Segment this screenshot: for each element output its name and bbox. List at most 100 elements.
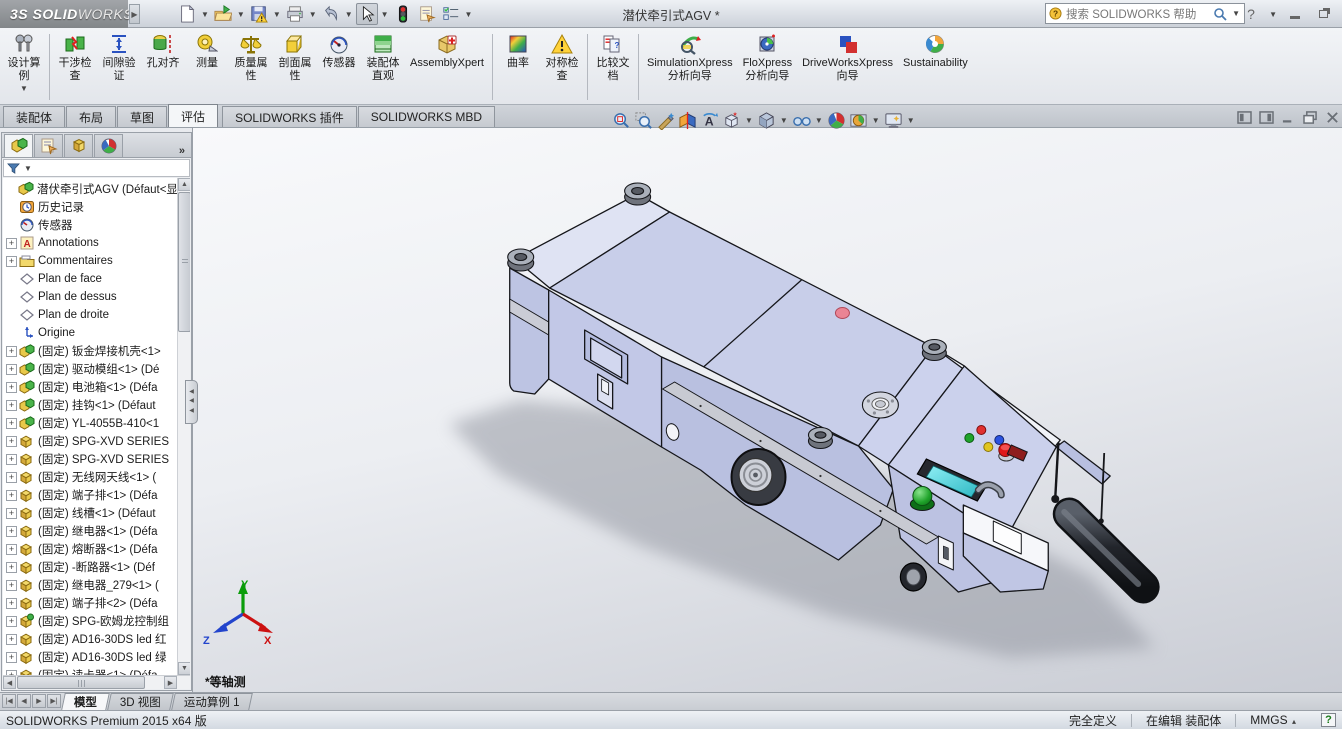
tab-prev-button[interactable]: ◀ xyxy=(17,694,31,708)
property-tab[interactable] xyxy=(34,134,63,157)
document-close-button[interactable] xyxy=(1325,111,1340,124)
apply-scene-button[interactable] xyxy=(849,111,868,130)
tree-item[interactable]: +(固定) 端子排<1> (Défa xyxy=(3,486,177,504)
tree-item[interactable]: +(固定) AD16-30DS led 红 xyxy=(3,630,177,648)
ribbon-sustainability-button[interactable]: Sustainability xyxy=(898,30,973,104)
horizontal-scroll-thumb[interactable] xyxy=(17,676,145,689)
ribbon-driveworksxpress-button[interactable]: DriveWorksXpress向导 xyxy=(797,30,898,104)
tree-item[interactable]: +Commentaires xyxy=(3,252,177,270)
view-orientation-caret[interactable]: ▼ xyxy=(745,116,753,125)
display-style-caret[interactable]: ▼ xyxy=(780,116,788,125)
scroll-right-arrow[interactable]: ▶ xyxy=(164,676,177,689)
view-settings-caret[interactable]: ▼ xyxy=(907,116,915,125)
vertical-scroll-thumb[interactable] xyxy=(178,192,190,332)
ribbon-measure-button[interactable]: 测量 xyxy=(185,30,229,104)
file-properties-button[interactable] xyxy=(416,3,438,25)
configuration-tab[interactable] xyxy=(64,134,93,157)
tree-horizontal-scrollbar[interactable]: ◀ ▶ xyxy=(3,675,190,689)
section-view-button[interactable] xyxy=(678,111,697,130)
new-doc-button[interactable] xyxy=(176,3,198,25)
edit-appearance-button[interactable] xyxy=(827,111,846,130)
expand-toggle[interactable]: + xyxy=(6,490,17,501)
ribbon-section-props-button[interactable]: 剖面属性 xyxy=(273,30,317,104)
undo-button[interactable] xyxy=(320,3,342,25)
ribbon-curvature-button[interactable]: 曲率 xyxy=(496,30,540,104)
tab-next-button[interactable]: ▶ xyxy=(32,694,46,708)
tree-item[interactable]: Origine xyxy=(3,324,177,342)
help-caret[interactable]: ▼ xyxy=(1269,10,1277,19)
restore-button[interactable] xyxy=(1312,6,1334,22)
feature-tree-tab[interactable] xyxy=(4,134,33,157)
tree-item[interactable]: +(固定) 读卡器<1> (Défa xyxy=(3,666,177,675)
expand-toggle[interactable]: + xyxy=(6,580,17,591)
previous-view-button[interactable] xyxy=(656,111,675,130)
tab-布局[interactable]: 布局 xyxy=(66,106,116,127)
print-button[interactable] xyxy=(284,3,306,25)
ribbon-sensor-button[interactable]: 传感器 xyxy=(317,30,361,104)
expand-toggle[interactable]: + xyxy=(6,472,17,483)
tab-SOLIDWORKS 插件[interactable]: SOLIDWORKS 插件 xyxy=(222,106,357,127)
expand-toggle[interactable]: + xyxy=(6,400,17,411)
tab-SOLIDWORKS MBD[interactable]: SOLIDWORKS MBD xyxy=(358,106,495,127)
view-settings-button[interactable] xyxy=(884,111,903,130)
expand-toggle[interactable]: + xyxy=(6,526,17,537)
search-box[interactable]: ? 搜索 SOLIDWORKS 帮助 ▼ xyxy=(1045,3,1245,24)
tree-item[interactable]: +(固定) -断路器<1> (Déf xyxy=(3,558,177,576)
tree-filter-bar[interactable]: ▼ xyxy=(3,159,190,177)
expand-toggle[interactable]: + xyxy=(6,436,17,447)
tree-item[interactable]: Plan de droite xyxy=(3,306,177,324)
doc-tab-3D 视图[interactable]: 3D 视图 xyxy=(107,693,174,710)
scroll-up-arrow[interactable]: ▲ xyxy=(178,178,190,191)
collapse-left-button[interactable] xyxy=(1237,111,1252,124)
tree-item[interactable]: +(固定) 钣金焊接机壳<1> xyxy=(3,342,177,360)
expand-toggle[interactable]: + xyxy=(6,364,17,375)
ribbon-mass-props-button[interactable]: 质量属性 xyxy=(229,30,273,104)
tree-item[interactable]: +(固定) 继电器<1> (Défa xyxy=(3,522,177,540)
panel-splitter-handle[interactable]: ◀◀◀ xyxy=(185,380,198,424)
ribbon-button-caret[interactable]: ▼ xyxy=(20,84,28,93)
scroll-left-arrow[interactable]: ◀ xyxy=(3,676,16,689)
document-restore-button[interactable] xyxy=(1303,111,1318,124)
expand-toggle[interactable]: + xyxy=(6,652,17,663)
collapse-right-button[interactable] xyxy=(1259,111,1274,124)
tree-item[interactable]: +AAnnotations xyxy=(3,234,177,252)
tree-item[interactable]: +(固定) 线槽<1> (Défaut xyxy=(3,504,177,522)
display-tab[interactable] xyxy=(94,134,123,157)
ribbon-compare-docs-button[interactable]: ?比较文档 xyxy=(591,30,635,104)
filter-caret[interactable]: ▼ xyxy=(24,164,32,173)
tree-item[interactable]: +(固定) AD16-30DS led 绿 xyxy=(3,648,177,666)
tree-item[interactable]: +(固定) 熔断器<1> (Défa xyxy=(3,540,177,558)
tree-item[interactable]: +(固定) 电池箱<1> (Défa xyxy=(3,378,177,396)
search-icon[interactable] xyxy=(1213,7,1227,21)
tree-item[interactable]: Plan de dessus xyxy=(3,288,177,306)
expand-toggle[interactable]: + xyxy=(6,508,17,519)
tree-item[interactable]: +(固定) SPG-XVD SERIES xyxy=(3,432,177,450)
apply-scene-caret[interactable]: ▼ xyxy=(872,116,880,125)
tree-item[interactable]: +(固定) SPG-XVD SERIES xyxy=(3,450,177,468)
expand-toggle[interactable]: + xyxy=(6,454,17,465)
undo-caret[interactable]: ▼ xyxy=(345,10,353,19)
open-button[interactable] xyxy=(212,3,234,25)
ribbon-symmetry-button[interactable]: 对称检查 xyxy=(540,30,584,104)
save-caret[interactable]: ▼ xyxy=(273,10,281,19)
options-caret[interactable]: ▼ xyxy=(465,10,473,19)
expand-toggle[interactable]: + xyxy=(6,544,17,555)
options-button[interactable] xyxy=(440,3,462,25)
document-minimize-button[interactable] xyxy=(1281,111,1296,124)
tree-item[interactable]: +(固定) 驱动模组<1> (Dé xyxy=(3,360,177,378)
tab-last-button[interactable]: ▶| xyxy=(47,694,61,708)
tree-item[interactable]: 传感器 xyxy=(3,216,177,234)
ribbon-hole-align-button[interactable]: 孔对齐 xyxy=(141,30,185,104)
hide-show-items-button[interactable] xyxy=(792,111,811,130)
expand-toggle[interactable]: + xyxy=(6,562,17,573)
status-help-button[interactable]: ? xyxy=(1321,713,1336,727)
expand-toggle[interactable]: + xyxy=(6,346,17,357)
tree-item[interactable]: +(固定) 挂钩<1> (Défaut xyxy=(3,396,177,414)
ribbon-design-study-button[interactable]: 设计算例▼ xyxy=(2,30,46,104)
rotate-view-button[interactable]: A xyxy=(700,111,719,130)
select-cursor-caret[interactable]: ▼ xyxy=(381,10,389,19)
tree-item[interactable]: +(固定) SPG-欧姆龙控制组 xyxy=(3,612,177,630)
tree-item[interactable]: +(固定) YL-4055B-410<1 xyxy=(3,414,177,432)
tree-item[interactable]: 历史记录 xyxy=(3,198,177,216)
ribbon-simulationxpress-button[interactable]: SimulationXpress分析向导 xyxy=(642,30,738,104)
